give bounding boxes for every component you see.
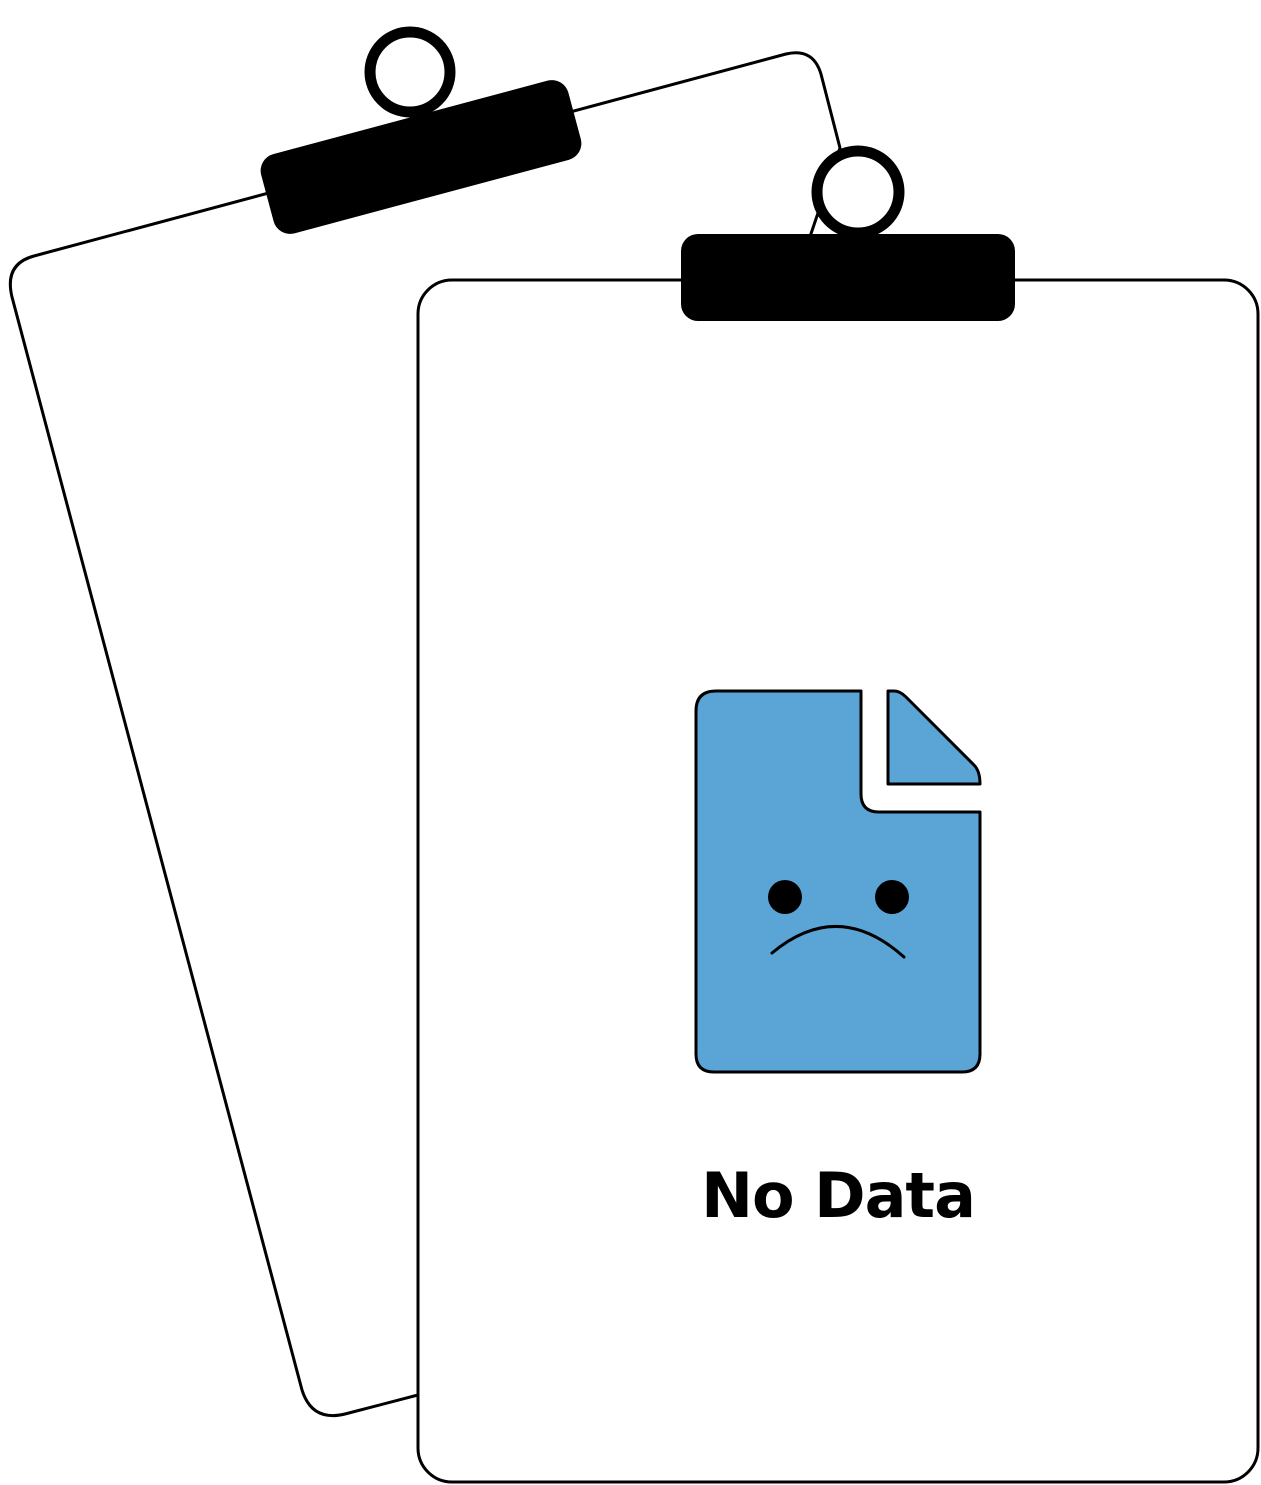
right-eye-icon bbox=[875, 880, 909, 914]
front-clip bbox=[681, 234, 1015, 321]
back-clip-ring bbox=[364, 26, 456, 118]
empty-state-message: No Data bbox=[701, 1159, 976, 1232]
clipboard-illustration bbox=[8, 26, 1260, 1484]
sad-document-icon bbox=[694, 689, 982, 1074]
front-clip-ring bbox=[811, 145, 905, 239]
left-eye-icon bbox=[768, 880, 802, 914]
